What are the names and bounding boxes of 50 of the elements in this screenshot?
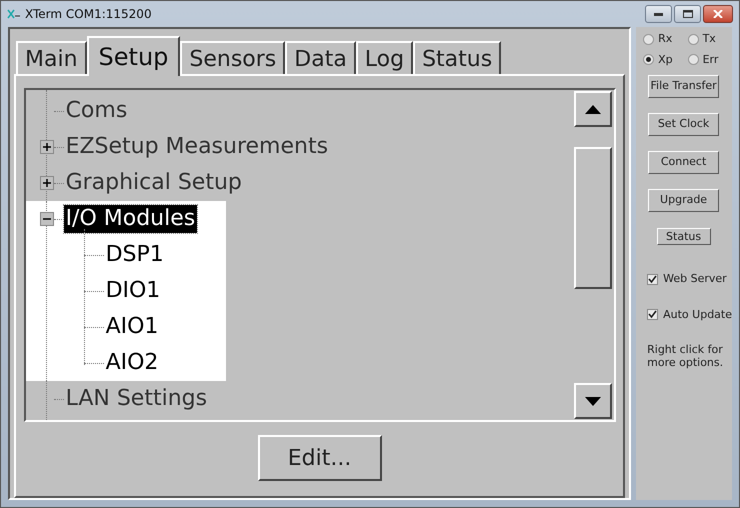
tree-item[interactable]: DSP1 — [104, 241, 166, 269]
minimize-icon — [654, 12, 663, 16]
close-button[interactable] — [703, 5, 733, 23]
expand-icon[interactable] — [40, 176, 54, 190]
checkbox[interactable] — [647, 274, 658, 285]
tree-item[interactable]: AIO2 — [104, 349, 160, 377]
tree-item[interactable]: Coms — [64, 97, 130, 125]
tab[interactable]: Log — [356, 41, 414, 74]
minimize-button[interactable] — [645, 5, 672, 23]
checkbox-label: Web Server — [663, 271, 727, 287]
radio-button[interactable] — [643, 54, 654, 66]
tab[interactable]: Setup — [86, 36, 180, 76]
app-icon — [7, 9, 21, 19]
checkbox[interactable] — [647, 309, 658, 320]
edit-button[interactable]: Edit... — [258, 435, 382, 481]
side-button[interactable]: Set Clock — [648, 113, 720, 136]
tree-item[interactable]: AIO1 — [104, 313, 160, 341]
scroll-up-button[interactable] — [574, 91, 612, 127]
close-icon — [713, 10, 723, 18]
side-button[interactable]: Connect — [648, 151, 720, 174]
down-arrow-icon — [584, 396, 601, 406]
radio-label: Err — [702, 52, 718, 68]
tab[interactable]: Status — [413, 41, 502, 74]
side-button[interactable]: File Transfer — [648, 75, 720, 98]
checkbox-label: Auto Update — [663, 306, 732, 322]
tree-item[interactable]: I/O Modules — [64, 205, 198, 233]
radio-label: Tx — [702, 31, 716, 47]
tree-item[interactable]: EZSetup Measurements — [64, 133, 330, 161]
side-button[interactable]: Status — [656, 228, 711, 245]
scroll-thumb[interactable] — [574, 147, 612, 289]
tree-item[interactable]: LAN Settings — [64, 385, 210, 413]
radio-button[interactable] — [688, 34, 699, 45]
maximize-icon — [682, 10, 692, 18]
radio-button[interactable] — [688, 54, 699, 66]
up-arrow-icon — [584, 104, 601, 114]
maximize-button[interactable] — [674, 5, 701, 23]
tree-item[interactable]: Graphical Setup — [64, 169, 244, 197]
tab[interactable]: Main — [16, 41, 87, 74]
radio-button[interactable] — [643, 34, 654, 45]
tab[interactable]: Sensors — [180, 41, 286, 74]
hint-text: Right click for more options. — [646, 343, 724, 369]
collapse-icon[interactable] — [40, 212, 54, 226]
window-title: XTerm COM1:115200 — [25, 6, 152, 23]
radio-label: Xp — [658, 52, 673, 68]
tree-item[interactable]: DIO1 — [104, 277, 162, 305]
tab[interactable]: Data — [285, 41, 356, 74]
expand-icon[interactable] — [40, 140, 54, 154]
side-button[interactable]: Upgrade — [648, 189, 720, 212]
radio-label: Rx — [658, 31, 672, 47]
scroll-down-button[interactable] — [574, 383, 612, 419]
